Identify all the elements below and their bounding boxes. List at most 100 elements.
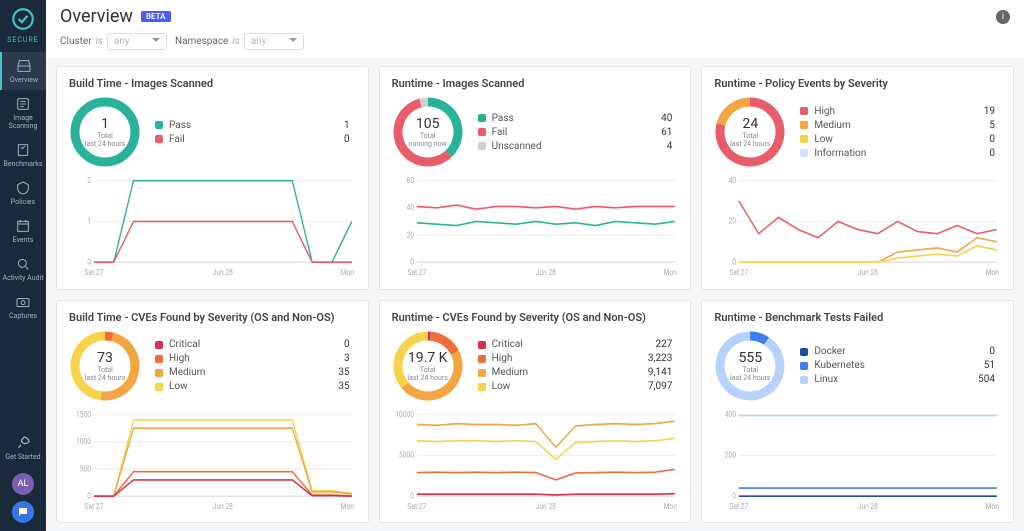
legend-swatch bbox=[155, 135, 163, 143]
legend-row: Information 0 bbox=[800, 148, 995, 159]
legend-count: 7,097 bbox=[644, 381, 672, 392]
legend-name: Unscanned bbox=[492, 141, 639, 152]
svg-text:0: 0 bbox=[733, 257, 737, 267]
sidebar-item-benchmarks[interactable]: Benchmarks bbox=[0, 136, 46, 174]
legend-swatch bbox=[155, 369, 163, 377]
legend-count: 35 bbox=[322, 381, 350, 392]
legend-count: 504 bbox=[967, 374, 995, 385]
card-title: Build Time - Images Scanned bbox=[69, 77, 356, 90]
benchmarks-icon bbox=[15, 142, 31, 158]
product-logo bbox=[10, 6, 36, 32]
donut-total-label: Total bbox=[743, 132, 759, 140]
sidebar-item-events[interactable]: Events bbox=[0, 212, 46, 250]
donut-total-label: Total bbox=[420, 366, 436, 374]
svg-text:Mon 28: Mon 28 bbox=[663, 267, 678, 277]
legend-row: Low 7,097 bbox=[478, 381, 673, 392]
svg-text:Jun 28: Jun 28 bbox=[535, 267, 555, 277]
svg-text:40: 40 bbox=[406, 203, 414, 213]
card-summary: 19.7 K Total last 24 hours Critical 227 … bbox=[392, 330, 679, 402]
legend-row: Medium 5 bbox=[800, 120, 995, 131]
legend-swatch bbox=[800, 149, 808, 157]
cluster-select[interactable]: any bbox=[107, 33, 167, 50]
donut-total-label: Total bbox=[420, 132, 436, 140]
svg-text:200: 200 bbox=[725, 450, 736, 460]
donut-total-sublabel: last 24 hours bbox=[85, 140, 125, 148]
sidebar-item-overview[interactable]: Overview bbox=[0, 52, 46, 90]
filter-label: Cluster bbox=[60, 36, 92, 47]
svg-text:Mon 28: Mon 28 bbox=[341, 267, 356, 277]
svg-text:400: 400 bbox=[725, 410, 736, 419]
sidebar-item-captures[interactable]: Captures bbox=[0, 288, 46, 326]
sidebar-item-policies[interactable]: Policies bbox=[0, 174, 46, 212]
card-summary: 105 Total running now Pass 40 Fail 61 Un… bbox=[392, 96, 679, 168]
legend-swatch bbox=[800, 348, 808, 356]
legend-row: Medium 35 bbox=[155, 367, 350, 378]
legend: High 19 Medium 5 Low 0 Information 0 bbox=[800, 106, 1001, 159]
legend: Pass 1 Fail 0 bbox=[155, 120, 356, 145]
legend-name: Low bbox=[814, 134, 961, 145]
legend-swatch bbox=[800, 121, 808, 129]
info-button[interactable]: i bbox=[996, 10, 1010, 24]
legend-row: Linux 504 bbox=[800, 374, 995, 385]
donut-total-sublabel: running now bbox=[408, 140, 446, 148]
legend-count: 3 bbox=[322, 353, 350, 364]
dashboard-card: Runtime - Images Scanned 105 Total runni… bbox=[379, 66, 692, 290]
svg-text:Sat 27: Sat 27 bbox=[730, 501, 749, 511]
dashboard-card: Runtime - Benchmark Tests Failed 555 Tot… bbox=[701, 300, 1014, 524]
legend-name: Critical bbox=[169, 339, 316, 350]
legend-row: Unscanned 4 bbox=[478, 141, 673, 152]
help-button[interactable] bbox=[12, 501, 34, 523]
svg-text:5000: 5000 bbox=[399, 450, 414, 460]
legend-name: Information bbox=[814, 148, 961, 159]
dashboard-card: Build Time - CVEs Found by Severity (OS … bbox=[56, 300, 369, 524]
legend-count: 5 bbox=[967, 120, 995, 131]
legend-swatch bbox=[478, 355, 486, 363]
legend-count: 19 bbox=[967, 106, 995, 117]
legend-name: High bbox=[814, 106, 961, 117]
legend-swatch bbox=[478, 369, 486, 377]
donut-total: 24 bbox=[742, 116, 758, 132]
namespace-select[interactable]: any bbox=[244, 33, 304, 50]
legend-count: 9,141 bbox=[644, 367, 672, 378]
legend-count: 0 bbox=[322, 339, 350, 350]
donut-total: 19.7 K bbox=[408, 350, 448, 366]
legend-name: Medium bbox=[169, 367, 316, 378]
card-summary: 24 Total last 24 hours High 19 Medium 5 … bbox=[714, 96, 1001, 168]
legend-count: 40 bbox=[644, 113, 672, 124]
donut-chart: 73 Total last 24 hours bbox=[69, 330, 141, 402]
legend-name: Fail bbox=[492, 127, 639, 138]
card-title: Runtime - Images Scanned bbox=[392, 77, 679, 90]
legend-name: Low bbox=[169, 381, 316, 392]
policies-icon bbox=[15, 180, 31, 196]
trend-chart: 0200400Sat 27Jun 28Mon 28 bbox=[714, 410, 1001, 513]
svg-text:0: 0 bbox=[87, 257, 91, 267]
filter-cluster: Cluster is any bbox=[60, 33, 167, 50]
svg-text:Sat 27: Sat 27 bbox=[407, 267, 426, 277]
legend-swatch bbox=[478, 114, 486, 122]
sidebar-item-get-started[interactable]: Get Started bbox=[0, 429, 46, 467]
trend-chart: 012Sat 27Jun 28Mon 28 bbox=[69, 176, 356, 279]
legend-row: Pass 1 bbox=[155, 120, 350, 131]
svg-text:Jun 28: Jun 28 bbox=[858, 501, 878, 511]
sidebar-item-image-scanning[interactable]: Image Scanning bbox=[0, 90, 46, 136]
filter-op: is bbox=[96, 36, 103, 47]
legend-count: 1 bbox=[322, 120, 350, 131]
events-icon bbox=[15, 218, 31, 234]
legend: Critical 0 High 3 Medium 35 Low 35 bbox=[155, 339, 356, 392]
trend-chart: 0500010000Sat 27Jun 28Mon 28 bbox=[392, 410, 679, 513]
donut-total-sublabel: last 24 hours bbox=[730, 374, 770, 382]
legend-count: 0 bbox=[322, 134, 350, 145]
legend-swatch bbox=[800, 362, 808, 370]
legend-name: Medium bbox=[492, 367, 639, 378]
legend-swatch bbox=[155, 383, 163, 391]
legend-row: Docker 0 bbox=[800, 346, 995, 357]
donut-total: 555 bbox=[739, 350, 763, 366]
svg-text:1000: 1000 bbox=[76, 436, 91, 446]
sidebar-item-activity-audit[interactable]: Activity Audit bbox=[0, 250, 46, 288]
legend-name: Medium bbox=[814, 120, 961, 131]
donut-chart: 1 Total last 24 hours bbox=[69, 96, 141, 168]
legend-swatch bbox=[800, 376, 808, 384]
donut-total-label: Total bbox=[97, 366, 113, 374]
dashboard-card: Runtime - CVEs Found by Severity (OS and… bbox=[379, 300, 692, 524]
user-avatar[interactable]: AL bbox=[12, 473, 34, 495]
